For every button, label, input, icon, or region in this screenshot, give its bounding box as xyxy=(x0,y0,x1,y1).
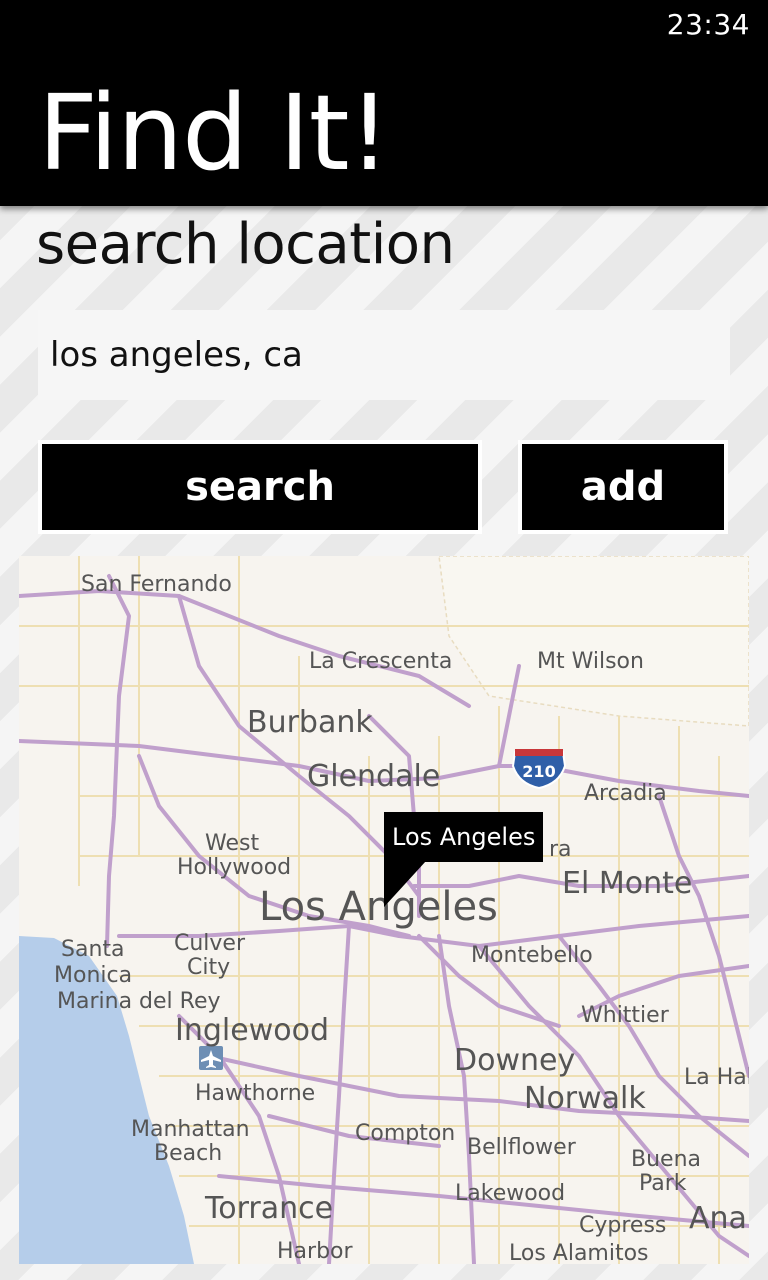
place-label: Harbor xyxy=(277,1239,353,1264)
place-label: Mt Wilson xyxy=(537,649,644,674)
place-label: Los Angeles xyxy=(259,884,498,930)
page-title: search location xyxy=(36,212,455,277)
place-label: Norwalk xyxy=(524,1081,646,1116)
place-label: Buena xyxy=(631,1147,701,1172)
place-label: El Monte xyxy=(562,866,692,901)
place-label: ra xyxy=(549,837,572,862)
status-time: 23:34 xyxy=(666,8,750,41)
place-label: Monica xyxy=(54,963,132,988)
search-button[interactable]: search xyxy=(38,440,482,534)
place-label: Glendale xyxy=(307,759,440,794)
location-pin-label[interactable]: Los Angeles xyxy=(384,812,544,862)
search-input[interactable] xyxy=(38,310,730,400)
place-label: Cypress xyxy=(579,1213,666,1238)
place-label: Los Alamitos xyxy=(509,1241,649,1264)
place-label: Montebello xyxy=(471,943,593,968)
airport-icon xyxy=(199,1046,223,1070)
place-label: Downey xyxy=(454,1043,575,1078)
place-label: Santa xyxy=(61,937,125,962)
place-label: Ana xyxy=(689,1201,747,1236)
add-button[interactable]: add xyxy=(518,440,728,534)
place-label: Culver xyxy=(174,931,246,956)
app-title: Find It! xyxy=(38,72,390,194)
place-label: West xyxy=(205,831,259,856)
place-label: La Crescenta xyxy=(309,649,452,674)
place-label: Park xyxy=(639,1171,687,1196)
place-label: San Fernando xyxy=(81,572,232,597)
map-view[interactable]: 210 San Fernando La Crescenta Mt Wilson … xyxy=(19,556,749,1264)
place-label: La Hab xyxy=(684,1065,749,1090)
place-label: Lakewood xyxy=(455,1181,565,1206)
place-label: Bellflower xyxy=(467,1135,577,1160)
place-label: Burbank xyxy=(247,705,373,740)
place-label: Torrance xyxy=(204,1191,333,1226)
map-canvas: 210 San Fernando La Crescenta Mt Wilson … xyxy=(19,556,749,1264)
place-label: Whittier xyxy=(581,1003,670,1028)
place-label: Hawthorne xyxy=(195,1081,315,1106)
place-label: Arcadia xyxy=(584,781,667,806)
place-label: Beach xyxy=(154,1141,222,1166)
app-header: 23:34 Find It! xyxy=(0,0,768,206)
interstate-210-shield: 210 xyxy=(511,749,567,790)
place-label: Compton xyxy=(355,1121,455,1146)
shield-label: 210 xyxy=(522,762,555,781)
place-label: City xyxy=(187,955,230,980)
place-label: Inglewood xyxy=(175,1013,329,1048)
place-label: Hollywood xyxy=(177,855,291,880)
place-label: Manhattan xyxy=(131,1117,250,1142)
location-pin-pointer xyxy=(384,861,426,907)
place-label: Marina del Rey xyxy=(57,989,221,1014)
